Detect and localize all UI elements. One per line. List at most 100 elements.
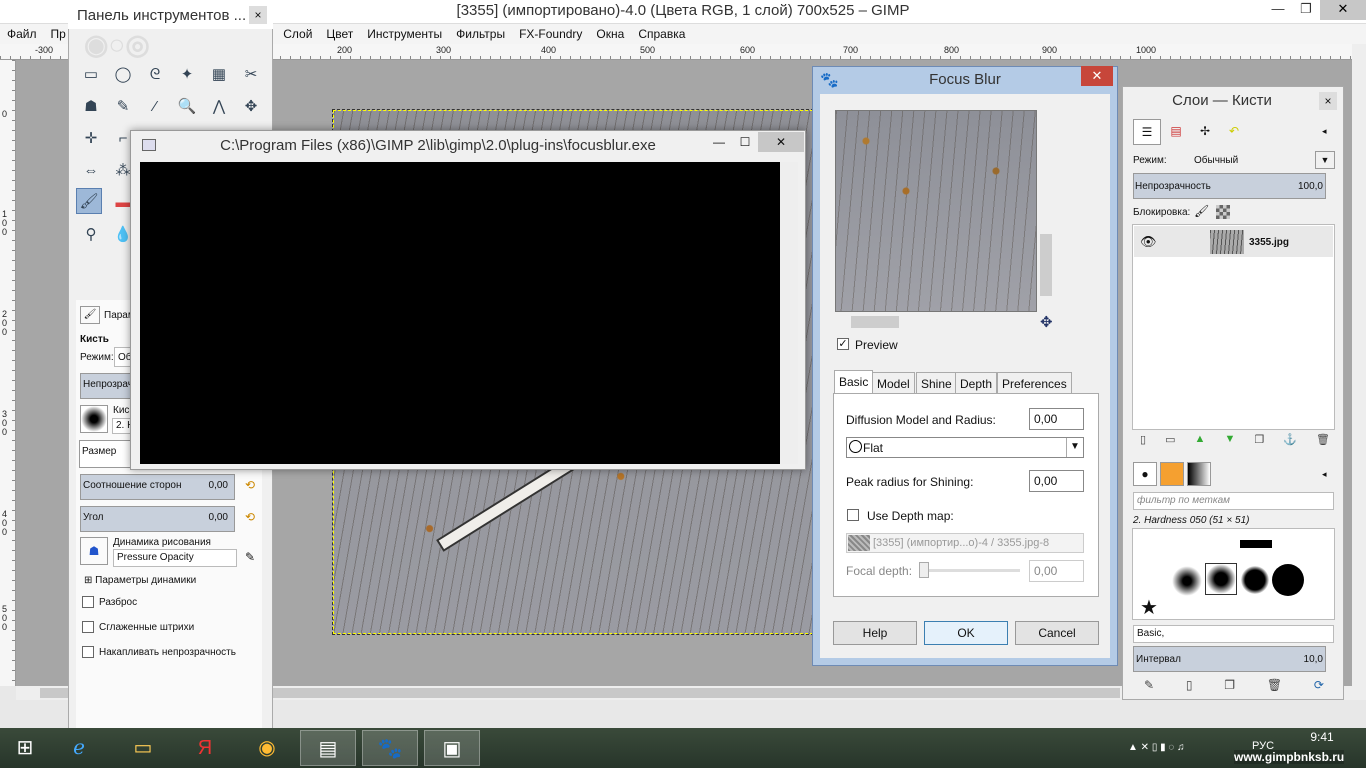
edit-dynamics-icon[interactable]: ✎ bbox=[245, 550, 255, 564]
dock-menu-icon[interactable]: ◂ bbox=[1322, 126, 1327, 137]
console-close-button[interactable]: ✕ bbox=[758, 132, 804, 152]
lock-alpha-icon[interactable] bbox=[1216, 205, 1230, 219]
clone-icon[interactable]: ⚲ bbox=[78, 222, 104, 248]
brushes-menu-icon[interactable]: ◂ bbox=[1322, 469, 1327, 480]
gradients-tab-icon[interactable] bbox=[1187, 462, 1211, 486]
dynamics-field[interactable]: Pressure Opacity bbox=[113, 549, 237, 567]
dynamics-icon[interactable]: ☗ bbox=[80, 537, 108, 565]
maximize-button[interactable]: ❐ bbox=[1292, 0, 1320, 20]
clock[interactable]: 9:41 bbox=[1292, 730, 1352, 744]
patterns-tab-icon[interactable] bbox=[1160, 462, 1184, 486]
diffusion-radius-spinner[interactable]: 0,00 bbox=[1029, 408, 1084, 430]
chrome-icon[interactable]: ◉ bbox=[244, 730, 290, 766]
preview-hscroll-thumb[interactable] bbox=[851, 316, 899, 328]
yandex-icon[interactable]: Я bbox=[182, 730, 228, 766]
lock-pixels-icon[interactable]: 🖌 bbox=[1194, 204, 1209, 218]
tab-shine[interactable]: Shine bbox=[916, 372, 957, 394]
console-taskbar-icon[interactable]: ▣ bbox=[424, 730, 480, 766]
preview-vscroll-thumb[interactable] bbox=[1040, 234, 1052, 296]
brush-selected[interactable] bbox=[1205, 563, 1237, 595]
raise-layer-icon[interactable]: ▲ bbox=[1195, 433, 1206, 449]
brush-set-select[interactable]: Basic, bbox=[1133, 625, 1334, 643]
focus-blur-close-button[interactable]: ✕ bbox=[1081, 66, 1113, 86]
rect-select-icon[interactable]: ▭ bbox=[78, 62, 104, 88]
focal-depth-spinner[interactable]: 0,00 bbox=[1029, 560, 1084, 582]
focal-depth-slider[interactable] bbox=[920, 569, 1020, 572]
move-icon[interactable]: ✥ bbox=[238, 94, 264, 120]
brush-hard-medium[interactable] bbox=[1241, 566, 1269, 594]
minimize-button[interactable]: — bbox=[1264, 0, 1292, 20]
eye-icon[interactable]: 👁 bbox=[1140, 234, 1157, 250]
measure-icon[interactable]: ⋀ bbox=[206, 94, 232, 120]
anchor-icon[interactable]: ⚓ bbox=[1283, 433, 1297, 449]
zoom-icon[interactable]: 🔍 bbox=[174, 94, 200, 120]
chevron-down-icon[interactable]: ▼ bbox=[1315, 151, 1335, 169]
model-select[interactable]: Flat ▼ bbox=[846, 437, 1084, 458]
navigate-icon[interactable]: ✥ bbox=[1040, 313, 1053, 331]
fuzzy-select-icon[interactable]: ✦ bbox=[174, 62, 200, 88]
explorer-icon[interactable]: ▭ bbox=[120, 730, 166, 766]
lasso-icon[interactable]: ᘓ bbox=[142, 62, 168, 88]
paths-tab-icon[interactable]: ✢ bbox=[1191, 119, 1219, 145]
menu-item-9[interactable]: Фильтры bbox=[449, 27, 512, 41]
lower-layer-icon[interactable]: ▼ bbox=[1224, 433, 1235, 449]
foreground-select-icon[interactable]: ☗ bbox=[78, 94, 104, 120]
delete-brush-icon[interactable]: 🗑 bbox=[1267, 678, 1282, 694]
edit-brush-icon[interactable]: ✎ bbox=[1144, 678, 1154, 694]
accumulate-checkbox[interactable] bbox=[82, 646, 94, 658]
brush-block[interactable] bbox=[1240, 540, 1272, 548]
console-scrollbar[interactable] bbox=[780, 162, 798, 464]
gimp-taskbar-icon[interactable]: 🐾 bbox=[362, 730, 418, 766]
dynamics-params-expander[interactable]: ⊞ Параметры динамики bbox=[84, 575, 196, 586]
layer-opacity-slider[interactable]: Непрозрачность 100,0 bbox=[1133, 173, 1326, 199]
color-picker-icon[interactable]: ⁄ bbox=[142, 94, 168, 120]
console-output[interactable] bbox=[140, 162, 780, 464]
vertical-scrollbar[interactable] bbox=[1352, 44, 1366, 700]
preview-checkbox[interactable]: ✓ bbox=[837, 338, 849, 350]
angle-slider[interactable]: Угол 0,00 bbox=[80, 506, 235, 532]
layer-mode-select[interactable]: Обычный bbox=[1194, 155, 1238, 166]
spacing-slider[interactable]: Интервал 10,0 bbox=[1133, 646, 1326, 672]
new-brush-icon[interactable]: ▯ bbox=[1186, 678, 1193, 694]
tab-depth[interactable]: Depth bbox=[955, 372, 998, 394]
layer-name[interactable]: 3355.jpg bbox=[1249, 237, 1289, 248]
menu-item-0[interactable]: Файл bbox=[0, 27, 44, 41]
tab-model[interactable]: Model bbox=[872, 372, 915, 394]
ellipse-select-icon[interactable]: ◯ bbox=[110, 62, 136, 88]
tab-preferences[interactable]: Preferences bbox=[997, 372, 1072, 394]
ie-icon[interactable]: ℯ bbox=[56, 730, 102, 766]
reset-angle-icon[interactable]: ⟲ bbox=[245, 510, 259, 524]
focal-depth-handle[interactable] bbox=[919, 562, 929, 578]
delete-layer-icon[interactable]: 🗑 bbox=[1316, 433, 1330, 449]
toolbox-close-button[interactable]: × bbox=[249, 6, 267, 24]
duplicate-layer-icon[interactable]: ❐ bbox=[1254, 433, 1264, 449]
brush-star[interactable]: ★ bbox=[1140, 598, 1158, 618]
brushes-tab-icon[interactable]: ● bbox=[1133, 462, 1157, 486]
undo-tab-icon[interactable]: ↶ bbox=[1220, 119, 1248, 145]
align-icon[interactable]: ✛ bbox=[78, 126, 104, 152]
new-layer-icon[interactable]: ▯ bbox=[1140, 433, 1146, 449]
menu-item-11[interactable]: Окна bbox=[589, 27, 631, 41]
paintbrush-icon[interactable]: 🖌 bbox=[76, 188, 102, 214]
menu-item-8[interactable]: Инструменты bbox=[360, 27, 449, 41]
console-maximize-button[interactable]: ☐ bbox=[732, 132, 758, 152]
layers-tab-icon[interactable]: ☰ bbox=[1133, 119, 1161, 145]
duplicate-brush-icon[interactable]: ❐ bbox=[1224, 678, 1235, 694]
preview-image[interactable] bbox=[835, 110, 1037, 312]
menu-item-12[interactable]: Справка bbox=[631, 27, 692, 41]
menu-item-7[interactable]: Цвет bbox=[319, 27, 360, 41]
start-button[interactable]: ⊞ bbox=[2, 730, 48, 766]
brush-tab-icon[interactable]: 🖌 bbox=[80, 306, 100, 324]
tag-filter-input[interactable]: фильтр по меткам bbox=[1133, 492, 1334, 510]
tray-icons[interactable]: ▲ ✕ ▯ ▮ ◌ ♫ bbox=[1128, 742, 1185, 753]
console-minimize-button[interactable]: — bbox=[706, 132, 732, 152]
new-group-icon[interactable]: ▭ bbox=[1165, 433, 1175, 449]
menu-item-6[interactable]: Слой bbox=[276, 27, 319, 41]
flip-icon[interactable]: ⇔ bbox=[78, 158, 104, 184]
scissors-icon[interactable]: ✂ bbox=[238, 62, 264, 88]
brush-preview[interactable] bbox=[80, 405, 108, 433]
help-button[interactable]: Help bbox=[833, 621, 917, 645]
menu-item-10[interactable]: FX-Foundry bbox=[512, 27, 589, 41]
cancel-button[interactable]: Cancel bbox=[1015, 621, 1099, 645]
refresh-icon[interactable]: ⟳ bbox=[1314, 678, 1324, 694]
